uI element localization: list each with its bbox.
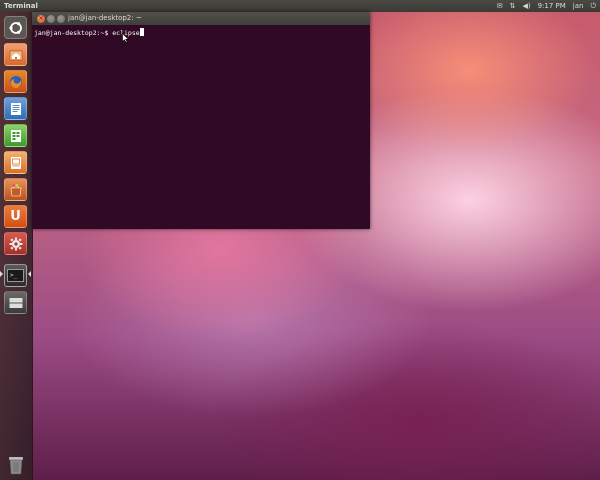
calc-launcher[interactable] — [4, 124, 27, 147]
active-app-name: Terminal — [4, 2, 38, 10]
desktop-wallpaper: Terminal ✉ ⇅ ◀) 9:17 PM jan ⏻ U >_ × jan… — [0, 0, 600, 480]
terminal-focus-indicator — [28, 271, 31, 277]
close-icon: × — [38, 14, 44, 22]
session-power-icon[interactable]: ⏻ — [590, 0, 596, 12]
maximize-button[interactable] — [57, 14, 65, 23]
ubuntu-one-launcher[interactable]: U — [4, 205, 27, 228]
ubuntu-logo-icon — [8, 21, 22, 34]
close-button[interactable]: × — [37, 14, 45, 23]
terminal-running-indicator — [0, 271, 3, 277]
text-cursor — [139, 28, 144, 36]
user-menu[interactable]: jan — [573, 0, 584, 12]
impress-icon — [10, 156, 21, 169]
mail-icon[interactable]: ✉ — [497, 0, 503, 12]
firefox-icon — [9, 75, 22, 88]
shopping-bag-icon — [10, 183, 21, 196]
software-center-launcher[interactable] — [4, 178, 27, 201]
mouse-pointer-icon — [122, 33, 129, 43]
window-title: jan@jan-desktop2: ~ — [68, 14, 142, 22]
trash-launcher[interactable] — [4, 453, 27, 476]
workspace-switcher-launcher[interactable] — [4, 291, 27, 314]
clock[interactable]: 9:17 PM — [538, 0, 566, 12]
calc-icon — [10, 129, 21, 142]
network-icon[interactable]: ⇅ — [510, 0, 516, 12]
trash-icon — [8, 456, 23, 474]
minimize-button[interactable] — [47, 14, 55, 23]
dash-button[interactable] — [4, 16, 27, 39]
firefox-launcher[interactable] — [4, 70, 27, 93]
ubuntu-one-icon: U — [10, 209, 21, 224]
writer-icon — [10, 102, 21, 115]
sound-icon[interactable]: ◀) — [522, 0, 530, 12]
home-folder-launcher[interactable] — [4, 43, 27, 66]
window-titlebar[interactable]: × jan@jan-desktop2: ~ — [32, 12, 370, 25]
impress-launcher[interactable] — [4, 151, 27, 174]
indicator-area: ✉ ⇅ ◀) 9:17 PM jan ⏻ — [497, 0, 596, 12]
workspace-switcher-icon — [9, 297, 22, 308]
terminal-output[interactable]: jan@jan-desktop2:~$ eclipse — [32, 25, 370, 41]
shell-prompt: jan@jan-desktop2:~$ — [34, 29, 109, 37]
terminal-icon: >_ — [7, 269, 24, 282]
unity-launcher: U >_ — [0, 12, 33, 480]
gear-icon — [9, 237, 22, 250]
terminal-window[interactable]: × jan@jan-desktop2: ~ jan@jan-desktop2:~… — [32, 12, 370, 229]
writer-launcher[interactable] — [4, 97, 27, 120]
home-folder-icon — [9, 50, 22, 60]
system-settings-launcher[interactable] — [4, 232, 27, 255]
top-panel: Terminal ✉ ⇅ ◀) 9:17 PM jan ⏻ — [0, 0, 600, 12]
terminal-launcher[interactable]: >_ — [4, 264, 27, 287]
